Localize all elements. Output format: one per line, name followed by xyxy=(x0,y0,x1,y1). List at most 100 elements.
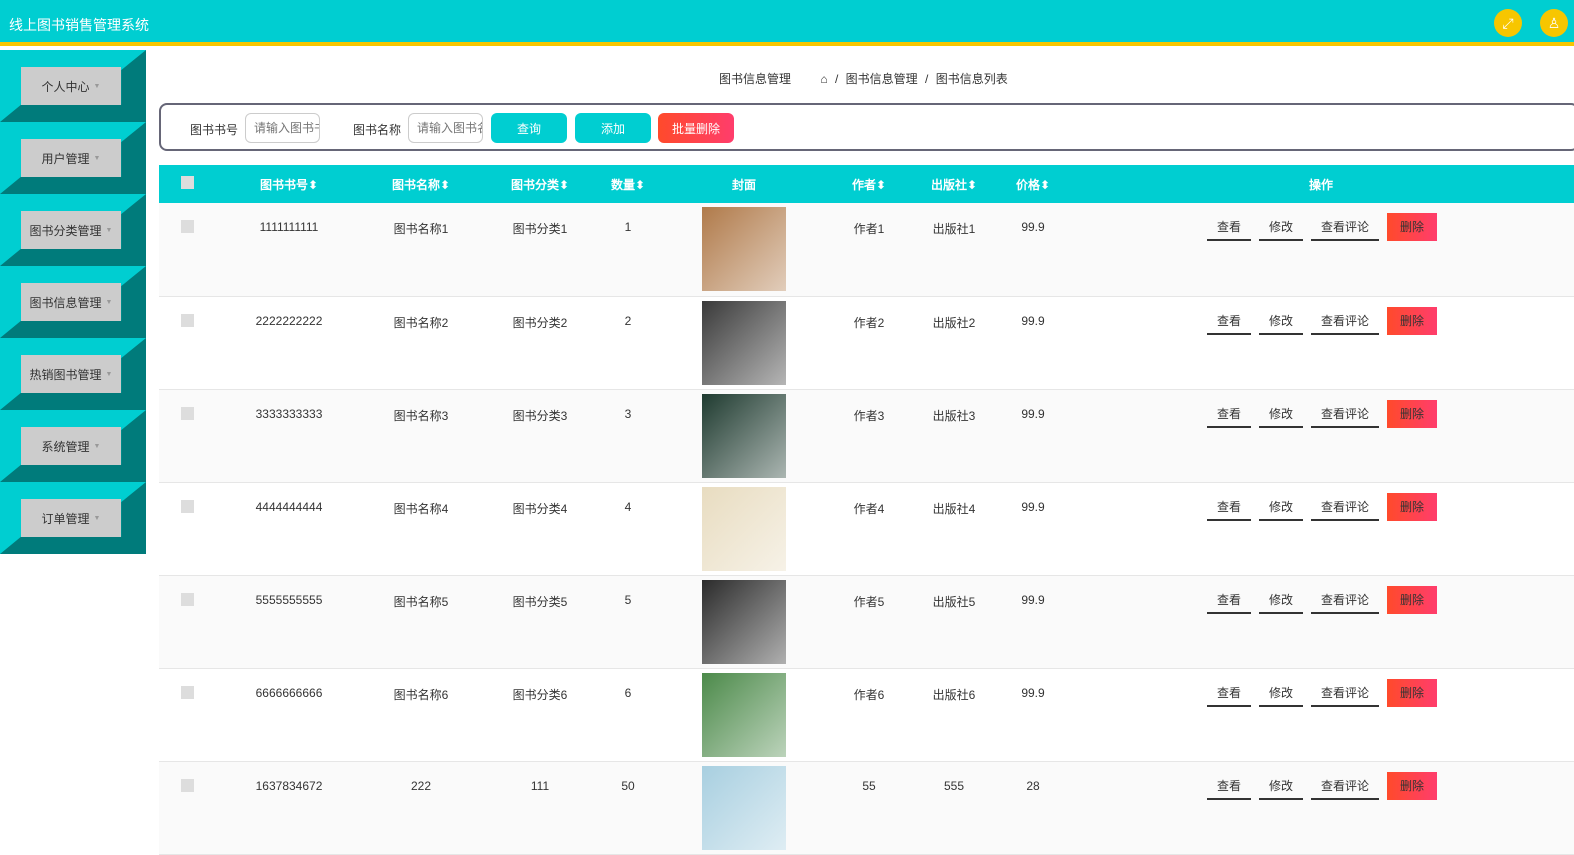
breadcrumb-item[interactable]: 图书信息管理 xyxy=(846,72,918,86)
cell-author: 作者4 xyxy=(833,482,905,576)
sidebar-item: 个人中心 ▼ xyxy=(0,50,146,122)
sidebar: 个人中心 ▼ 用户管理 ▼ 图书分类管理 ▼ 图书信息管理 ▼ 热销图书管理 ▼ 系统管理 ▼ 订单管理… xyxy=(0,50,146,796)
cell-category: 图书分类3 xyxy=(479,389,601,483)
sidebar-menu-button[interactable]: 图书信息管理 ▼ xyxy=(21,283,121,321)
row-checkbox[interactable] xyxy=(180,220,194,233)
delete-button[interactable]: 删除 xyxy=(1387,306,1438,335)
col-publisher[interactable]: 出版社⬍ xyxy=(905,165,1003,203)
book-no-input[interactable] xyxy=(245,113,320,143)
cell-no: 2222222222 xyxy=(215,296,363,390)
caret-down-icon: ▼ xyxy=(93,514,101,522)
delete-button[interactable]: 删除 xyxy=(1387,771,1438,800)
delete-button[interactable]: 删除 xyxy=(1387,678,1438,707)
batch-delete-button[interactable]: 批量删除 xyxy=(658,113,734,143)
view-button[interactable]: 查看 xyxy=(1207,586,1252,614)
home-icon[interactable]: ⌂ xyxy=(820,72,827,86)
cell-name: 222 xyxy=(363,761,479,855)
col-author[interactable]: 作者⬍ xyxy=(833,165,905,203)
sidebar-item: 系统管理 ▼ xyxy=(0,410,146,482)
delete-button[interactable]: 删除 xyxy=(1387,213,1438,241)
sidebar-item-label: 图书分类管理 xyxy=(29,223,102,238)
sidebar-menu-button[interactable]: 系统管理 ▼ xyxy=(21,427,121,465)
row-checkbox[interactable] xyxy=(180,592,194,606)
col-name[interactable]: 图书名称⬍ xyxy=(363,165,479,203)
breadcrumb-sep: / xyxy=(925,72,929,86)
cell-author: 作者5 xyxy=(833,575,905,669)
book-cover-image xyxy=(702,207,786,291)
row-checkbox[interactable] xyxy=(180,406,194,420)
delete-button[interactable]: 删除 xyxy=(1387,585,1438,614)
col-category[interactable]: 图书分类⬍ xyxy=(479,165,601,203)
row-checkbox[interactable] xyxy=(180,499,194,513)
top-bar: 线上图书销售管理系统 ⤢ ♙ xyxy=(0,0,1574,46)
cell-no: 1637834672 xyxy=(215,761,363,855)
view-comments-button[interactable]: 查看评论 xyxy=(1311,772,1380,800)
view-button[interactable]: 查看 xyxy=(1207,307,1252,335)
view-comments-button[interactable]: 查看评论 xyxy=(1311,493,1380,521)
view-button[interactable]: 查看 xyxy=(1207,493,1252,521)
edit-button[interactable]: 修改 xyxy=(1259,772,1304,800)
col-no[interactable]: 图书书号⬍ xyxy=(215,165,363,203)
sidebar-menu-button[interactable]: 个人中心 ▼ xyxy=(21,67,121,105)
cell-name: 图书名称1 xyxy=(363,203,479,297)
cell-name: 图书名称5 xyxy=(363,575,479,669)
cell-qty: 50 xyxy=(601,761,655,855)
add-button[interactable]: 添加 xyxy=(575,113,651,143)
view-button[interactable]: 查看 xyxy=(1207,679,1252,707)
cell-publisher: 出版社1 xyxy=(905,203,1003,297)
caret-down-icon: ▼ xyxy=(105,226,113,234)
table-row: 5555555555 图书名称5 图书分类5 5 作者5 出版社5 99.9 查… xyxy=(159,575,1574,669)
caret-down-icon: ▼ xyxy=(93,442,101,450)
col-qty[interactable]: 数量⬍ xyxy=(601,165,655,203)
query-button[interactable]: 查询 xyxy=(491,113,567,143)
view-button[interactable]: 查看 xyxy=(1207,213,1252,241)
cell-no: 5555555555 xyxy=(215,575,363,669)
col-price[interactable]: 价格⬍ xyxy=(1003,165,1063,203)
cell-category: 图书分类1 xyxy=(479,203,601,297)
table-row: 1637834672 222 111 50 55 555 28 查看 修改 查看评论… xyxy=(159,761,1574,855)
edit-button[interactable]: 修改 xyxy=(1259,679,1304,707)
cell-name: 图书名称6 xyxy=(363,668,479,762)
caret-down-icon: ▼ xyxy=(105,298,113,306)
sidebar-menu-button[interactable]: 订单管理 ▼ xyxy=(21,499,121,537)
edit-button[interactable]: 修改 xyxy=(1259,493,1304,521)
sort-icon: ⬍ xyxy=(634,177,646,192)
edit-button[interactable]: 修改 xyxy=(1259,307,1304,335)
sidebar-item: 图书信息管理 ▼ xyxy=(0,266,146,338)
delete-button[interactable]: 删除 xyxy=(1387,399,1438,428)
sidebar-menu-button[interactable]: 用户管理 ▼ xyxy=(21,139,121,177)
sort-icon: ⬍ xyxy=(875,177,887,192)
cell-publisher: 出版社6 xyxy=(905,668,1003,762)
book-name-input[interactable] xyxy=(408,113,483,143)
cell-price: 28 xyxy=(1003,761,1063,855)
select-all-checkbox[interactable] xyxy=(180,176,194,189)
sidebar-menu-button[interactable]: 图书分类管理 ▼ xyxy=(21,211,121,249)
breadcrumb-item: 图书信息列表 xyxy=(935,72,1008,86)
cell-no: 4444444444 xyxy=(215,482,363,576)
user-icon[interactable]: ♙ xyxy=(1540,9,1568,37)
sidebar-menu-button[interactable]: 热销图书管理 ▼ xyxy=(21,355,121,393)
book-name-label: 图书名称 xyxy=(353,123,402,137)
cell-author: 作者3 xyxy=(833,389,905,483)
view-comments-button[interactable]: 查看评论 xyxy=(1311,213,1380,241)
view-comments-button[interactable]: 查看评论 xyxy=(1311,586,1380,614)
view-comments-button[interactable]: 查看评论 xyxy=(1311,307,1380,335)
row-checkbox[interactable] xyxy=(180,313,194,327)
view-comments-button[interactable]: 查看评论 xyxy=(1311,400,1380,428)
sidebar-item: 热销图书管理 ▼ xyxy=(0,338,146,410)
sidebar-item: 图书分类管理 ▼ xyxy=(0,194,146,266)
cell-publisher: 出版社5 xyxy=(905,575,1003,669)
delete-button[interactable]: 删除 xyxy=(1387,492,1438,521)
cell-publisher: 555 xyxy=(905,761,1003,855)
row-checkbox[interactable] xyxy=(180,685,194,699)
edit-button[interactable]: 修改 xyxy=(1259,586,1304,614)
edit-button[interactable]: 修改 xyxy=(1259,213,1304,241)
row-checkbox[interactable] xyxy=(180,778,194,792)
caret-down-icon: ▼ xyxy=(93,154,101,162)
expand-icon[interactable]: ⤢ xyxy=(1494,9,1522,37)
edit-button[interactable]: 修改 xyxy=(1259,400,1304,428)
view-comments-button[interactable]: 查看评论 xyxy=(1311,679,1380,707)
view-button[interactable]: 查看 xyxy=(1207,772,1252,800)
view-button[interactable]: 查看 xyxy=(1207,400,1252,428)
sidebar-item-label: 个人中心 xyxy=(41,79,90,94)
